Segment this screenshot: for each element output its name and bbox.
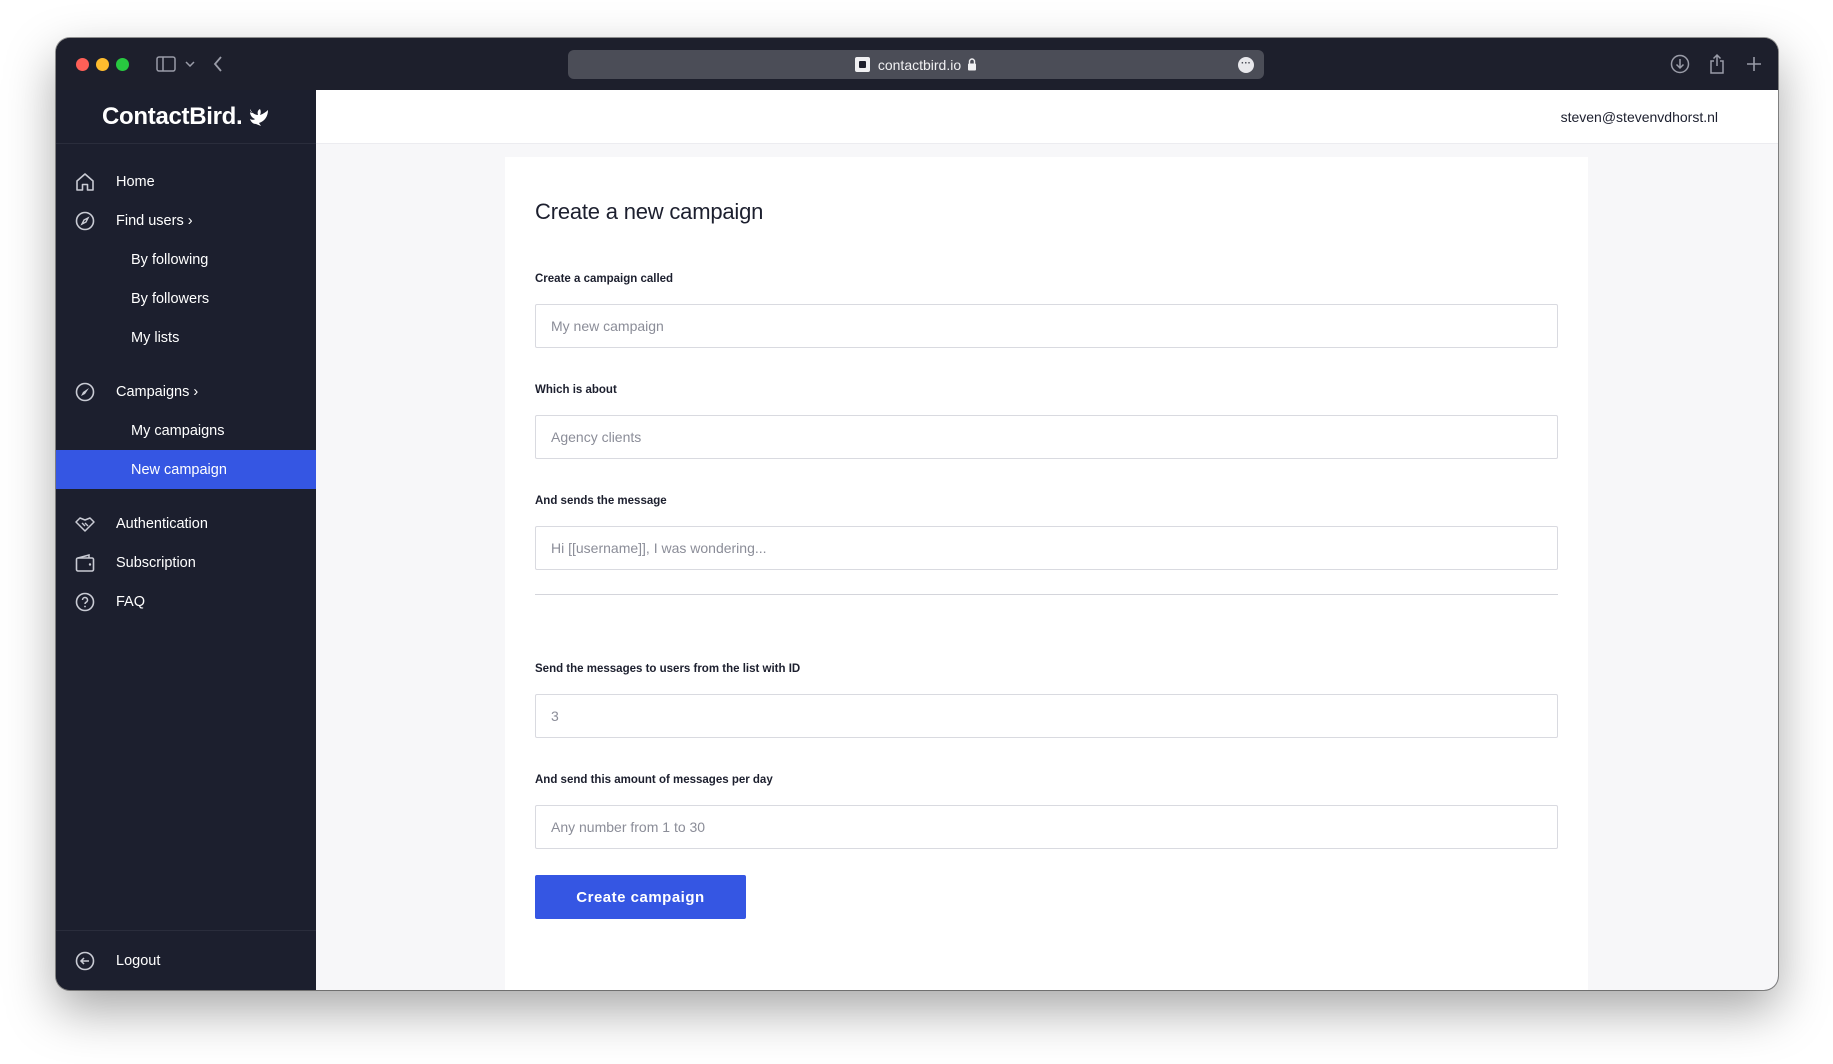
zoom-window-button[interactable] [116, 58, 129, 71]
browser-window: contactbird.io ··· ContactBird. Home Fin… [56, 38, 1778, 990]
sidebar-item-my-campaigns[interactable]: My campaigns [56, 411, 316, 450]
sidebar-item-label: Authentication [116, 515, 208, 532]
logout-button[interactable]: Logout [56, 941, 316, 980]
sidebar-item-label: FAQ [116, 593, 146, 610]
logo-text: ContactBird. [102, 102, 243, 130]
messages-per-day-label: And send this amount of messages per day [535, 774, 773, 786]
sidebar-nav: Home Find users › By following By follow… [56, 162, 316, 621]
more-options-icon[interactable]: ··· [1238, 57, 1254, 73]
sidebar-item-label: New campaign [131, 461, 227, 478]
download-icon[interactable] [1667, 51, 1693, 77]
create-campaign-button[interactable]: Create campaign [535, 875, 746, 919]
sidebar-item-home[interactable]: Home [56, 162, 316, 201]
logout-section: Logout [56, 930, 316, 980]
list-id-label: Send the messages to users from the list… [535, 663, 801, 675]
form-divider [535, 594, 1558, 595]
sidebar-item-by-following[interactable]: By following [56, 240, 316, 279]
campaign-name-input[interactable] [535, 304, 1558, 348]
sidebar-item-label: Find users › [116, 212, 193, 229]
sidebar-item-label: By followers [131, 290, 210, 307]
logout-icon [74, 950, 96, 972]
sidebar-item-label: Subscription [116, 554, 196, 571]
close-window-button[interactable] [76, 58, 89, 71]
browser-toolbar: contactbird.io ··· [56, 38, 1778, 90]
sidebar-item-label: Home [116, 173, 155, 190]
user-email[interactable]: steven@stevenvdhorst.nl [1561, 109, 1718, 125]
sidebar-item-label: My lists [131, 329, 180, 346]
sidebar-toggle-icon[interactable] [153, 51, 179, 77]
main-content: steven@stevenvdhorst.nl Create a new cam… [316, 90, 1778, 990]
chevron-down-icon[interactable] [183, 51, 197, 77]
campaign-about-label: Which is about [535, 384, 617, 396]
message-label: And sends the message [535, 495, 667, 507]
campaign-name-label: Create a campaign called [535, 273, 674, 285]
message-input[interactable] [535, 526, 1558, 570]
share-icon[interactable] [1704, 51, 1730, 77]
messages-per-day-input[interactable] [535, 805, 1558, 849]
campaign-about-input[interactable] [535, 415, 1558, 459]
sidebar-item-my-lists[interactable]: My lists [56, 318, 316, 357]
lock-icon [967, 58, 977, 71]
top-bar: steven@stevenvdhorst.nl [316, 90, 1778, 144]
sidebar-item-subscription[interactable]: Subscription [56, 543, 316, 582]
url-text: contactbird.io [877, 56, 962, 73]
back-icon[interactable] [208, 51, 228, 77]
site-favicon-icon [854, 57, 870, 72]
sidebar-item-by-followers[interactable]: By followers [56, 279, 316, 318]
sidebar-item-campaigns[interactable]: Campaigns › [56, 372, 316, 411]
wallet-icon [74, 552, 96, 574]
sidebar-item-authentication[interactable]: Authentication [56, 504, 316, 543]
campaign-form-card: Create a new campaign Create a campaign … [505, 157, 1588, 990]
home-icon [74, 171, 96, 193]
bird-icon [248, 107, 270, 127]
sidebar-item-label: My campaigns [131, 422, 225, 439]
sidebar-item-faq[interactable]: FAQ [56, 582, 316, 621]
app-logo[interactable]: ContactBird. [56, 90, 316, 144]
sidebar: ContactBird. Home Find users › By follow… [56, 90, 316, 990]
list-id-input[interactable] [535, 694, 1558, 738]
sidebar-item-label: By following [131, 251, 209, 268]
help-circle-icon [74, 591, 96, 613]
minimize-window-button[interactable] [96, 58, 109, 71]
new-tab-icon[interactable] [1741, 51, 1767, 77]
address-bar[interactable]: contactbird.io ··· [568, 50, 1264, 79]
sidebar-item-find-users[interactable]: Find users › [56, 201, 316, 240]
sidebar-item-label: Campaigns › [116, 383, 199, 400]
rocket-icon [74, 381, 96, 403]
logout-label: Logout [116, 952, 161, 969]
compass-icon [74, 210, 96, 232]
handshake-icon [74, 513, 96, 535]
sidebar-item-new-campaign[interactable]: New campaign [56, 450, 316, 489]
page-title: Create a new campaign [535, 199, 764, 224]
